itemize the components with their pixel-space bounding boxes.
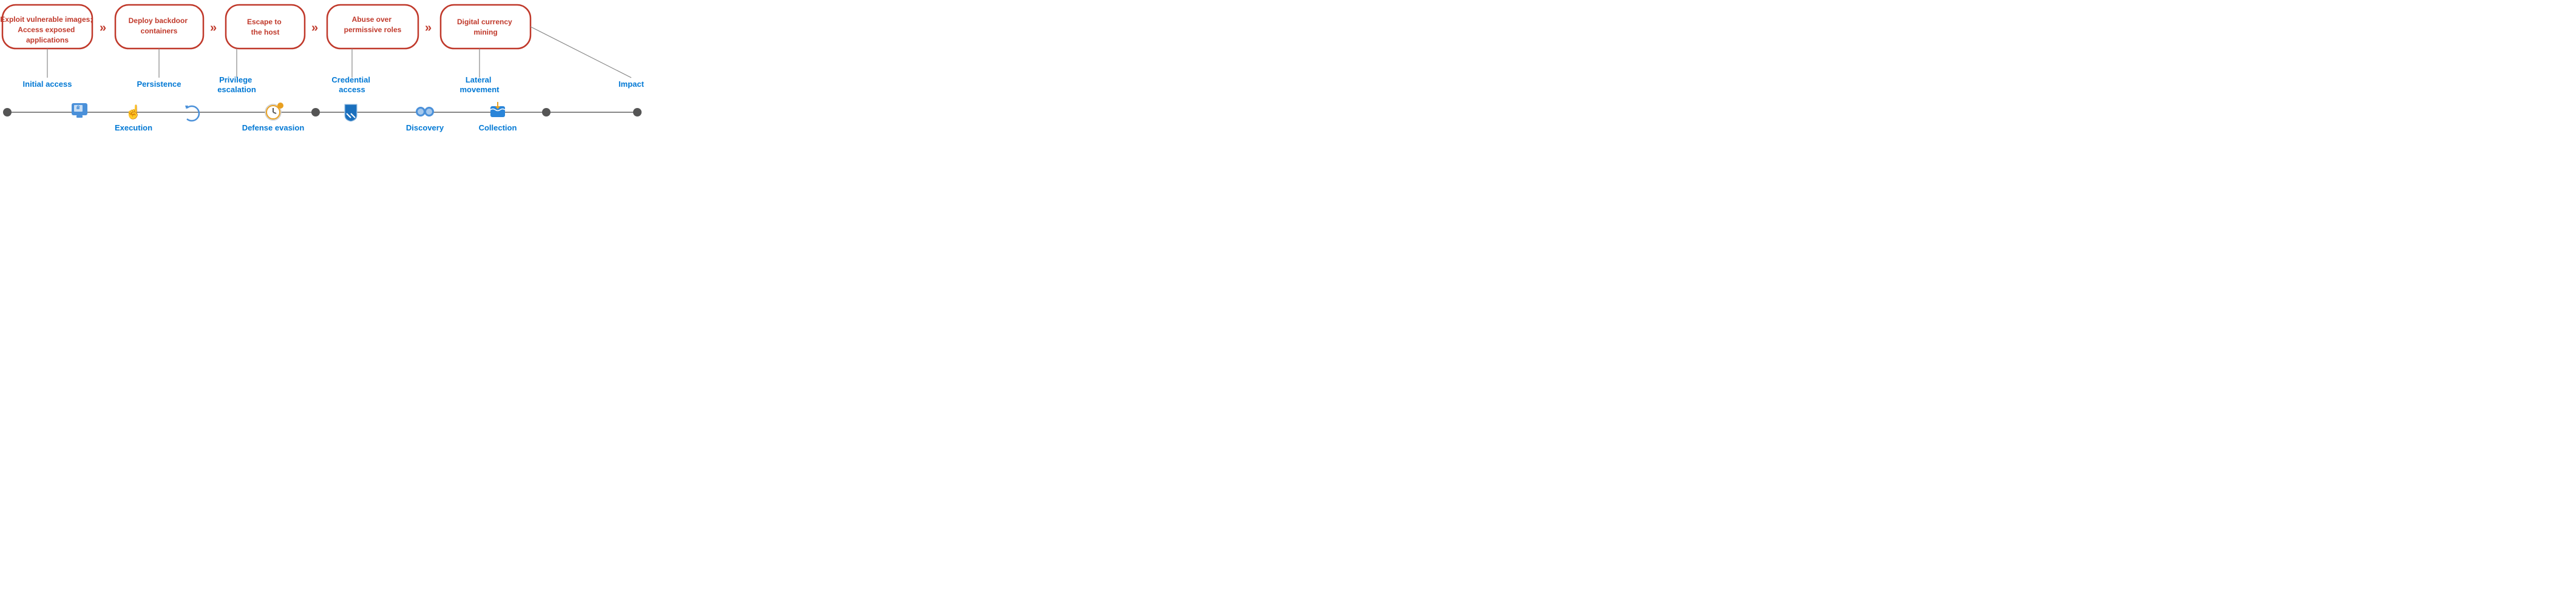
icon-monitor xyxy=(72,103,87,115)
icon-bino-right-lens xyxy=(426,109,432,115)
icon-monitor-screen xyxy=(74,105,83,112)
arrow-2: » xyxy=(210,21,217,35)
arrow-1: » xyxy=(100,21,106,35)
attack-chain-diagram: Exploit vulnerable images; Access expose… xyxy=(0,0,644,153)
icon-cycle-arrow xyxy=(185,106,188,109)
connector-impact xyxy=(530,27,631,78)
icon-lock-body xyxy=(76,107,80,109)
label-execution: Execution xyxy=(115,123,152,132)
bubble-abuse xyxy=(327,5,418,49)
icon-clock-bg xyxy=(265,104,281,120)
icon-lock-arch xyxy=(77,106,80,107)
label-impact: Impact xyxy=(619,79,644,89)
icon-mask-shape xyxy=(345,104,357,121)
bubble-deploy xyxy=(115,5,203,49)
timeline-dot-middle xyxy=(311,108,320,116)
bubble-exploit xyxy=(2,5,92,49)
bubble-mining xyxy=(441,5,530,49)
icon-clock-dot xyxy=(277,103,283,109)
svg-text:Exploit vulnerable images;: Exploit vulnerable images; Access expose… xyxy=(0,15,94,44)
icon-bino-bridge xyxy=(422,110,427,113)
timeline-dot-right xyxy=(542,108,551,116)
icon-x-right xyxy=(351,113,355,118)
icon-hand: ☝ xyxy=(125,104,141,120)
icon-clock-hand-h xyxy=(273,112,276,113)
bubble-escape xyxy=(226,5,305,49)
label-discovery: Discovery xyxy=(406,123,444,132)
icon-download-arrow xyxy=(495,106,500,109)
icon-cycle xyxy=(187,106,199,121)
label-initial-access: Initial access xyxy=(23,79,72,89)
svg-text:Digital currency mining: Digital currency mining xyxy=(457,18,514,36)
icon-clock-circle xyxy=(266,106,280,119)
icon-mask-inner xyxy=(345,104,357,121)
label-privilege-escalation: Privilege escalation xyxy=(217,75,256,94)
icon-bino-left-lens xyxy=(418,109,424,115)
timeline-dot-start xyxy=(3,108,12,116)
label-defense-evasion: Defense evasion xyxy=(242,123,305,132)
label-persistence: Persistence xyxy=(137,79,181,89)
label-lateral-movement: Lateral movement xyxy=(459,75,500,94)
icon-bino-left xyxy=(416,107,425,116)
icon-bino-right xyxy=(424,107,434,116)
icon-box xyxy=(490,106,505,117)
timeline-dot-end xyxy=(633,108,642,116)
icon-box-wave xyxy=(490,109,505,111)
icon-x-left xyxy=(347,113,351,118)
icon-monitor-stand xyxy=(76,115,83,118)
arrow-4: » xyxy=(425,21,432,35)
arrow-3: » xyxy=(311,21,318,35)
svg-text:Deploy backdoor containe: Deploy backdoor containers xyxy=(129,16,190,35)
label-collection: Collection xyxy=(479,123,517,132)
svg-text:Escape to the host: Escape to the host xyxy=(247,18,283,36)
svg-text:Abuse over permissive ro: Abuse over permissive roles xyxy=(344,15,402,34)
label-credential-access: Credential access xyxy=(331,75,372,94)
